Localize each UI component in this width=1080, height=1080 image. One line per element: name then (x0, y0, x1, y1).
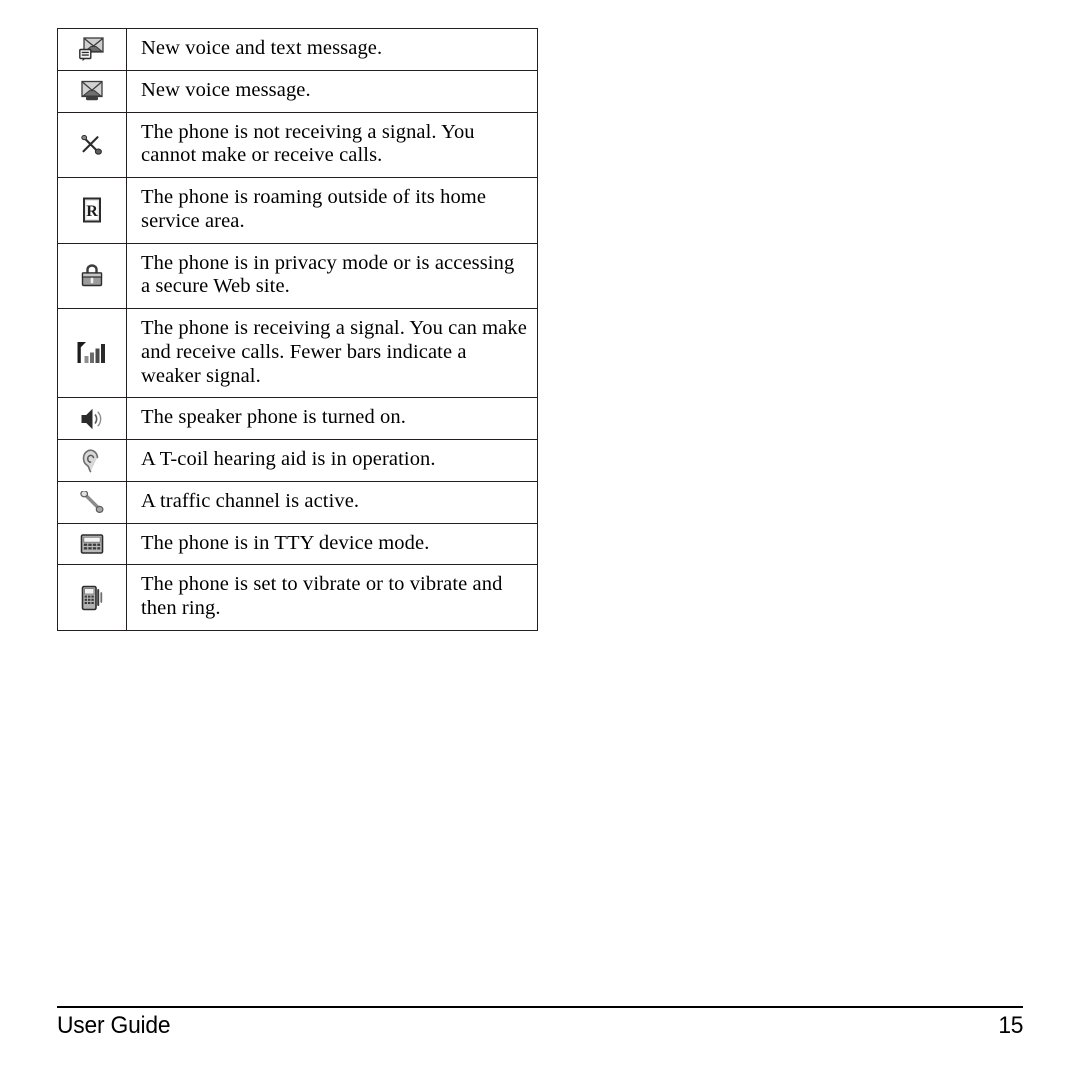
icon-description: New voice and text message. (126, 28, 538, 71)
status-icon-table: New voice and text message. New voice me… (57, 28, 538, 632)
icon-description: The phone is roaming outside of its home… (126, 177, 538, 244)
table-row: New voice and text message. (57, 28, 538, 71)
table-row: The phone is not receiving a signal. You… (57, 111, 538, 179)
status-icon-table-body: New voice and text message. New voice me… (57, 28, 538, 632)
privacy-lock-icon (79, 264, 105, 288)
icon-description: The phone is in privacy mode or is acces… (126, 242, 538, 310)
icon-description: The phone is not receiving a signal. You… (126, 111, 538, 179)
icon-description: The speaker phone is turned on. (126, 397, 538, 441)
tty-device-icon (80, 533, 104, 555)
footer-document-title: User Guide (57, 1012, 171, 1039)
traffic-channel-handset-icon (80, 491, 104, 514)
icon-cell (57, 308, 127, 399)
table-row: The speaker phone is turned on. (57, 397, 538, 441)
icon-cell (57, 69, 127, 113)
new-voice-message-icon (80, 80, 104, 102)
page-footer: User Guide 15 (57, 1006, 1023, 1052)
roaming-icon: R (82, 197, 102, 223)
icon-description: The phone is in TTY device mode. (126, 522, 538, 566)
signal-strength-icon (76, 341, 108, 365)
table-row: A T-coil hearing aid is in operation. (57, 439, 538, 482)
table-row: The phone is in TTY device mode. (57, 522, 538, 566)
icon-cell (57, 522, 127, 566)
table-row: The phone is receiving a signal. You can… (57, 308, 538, 399)
icon-description: New voice message. (126, 69, 538, 113)
vibrate-icon (80, 585, 104, 611)
icon-description: A T-coil hearing aid is in operation. (126, 439, 538, 482)
icon-cell (57, 397, 127, 441)
footer-page-number: 15 (998, 1012, 1023, 1039)
svg-text:R: R (86, 204, 98, 221)
icon-cell (57, 28, 127, 71)
footer-divider (57, 1006, 1023, 1008)
icon-description: A traffic channel is active. (126, 480, 538, 524)
table-row: The phone is set to vibrate or to vibrat… (57, 564, 538, 632)
icon-cell (57, 564, 127, 632)
footer-content: User Guide 15 (57, 1012, 1023, 1040)
no-signal-icon (80, 134, 104, 156)
icon-cell (57, 439, 127, 482)
icon-description: The phone is receiving a signal. You can… (126, 308, 538, 399)
table-row: R The phone is roaming outside of its ho… (57, 177, 538, 244)
table-row: A traffic channel is active. (57, 480, 538, 524)
icon-cell (57, 480, 127, 524)
icon-cell (57, 111, 127, 179)
table-row: New voice message. (57, 69, 538, 113)
speaker-phone-icon (80, 408, 104, 430)
icon-cell: R (57, 177, 127, 244)
icon-cell (57, 242, 127, 310)
new-voice-and-text-message-icon (79, 37, 105, 62)
t-coil-hearing-aid-icon (81, 449, 103, 473)
table-row: The phone is in privacy mode or is acces… (57, 242, 538, 310)
icon-description: The phone is set to vibrate or to vibrat… (126, 564, 538, 632)
